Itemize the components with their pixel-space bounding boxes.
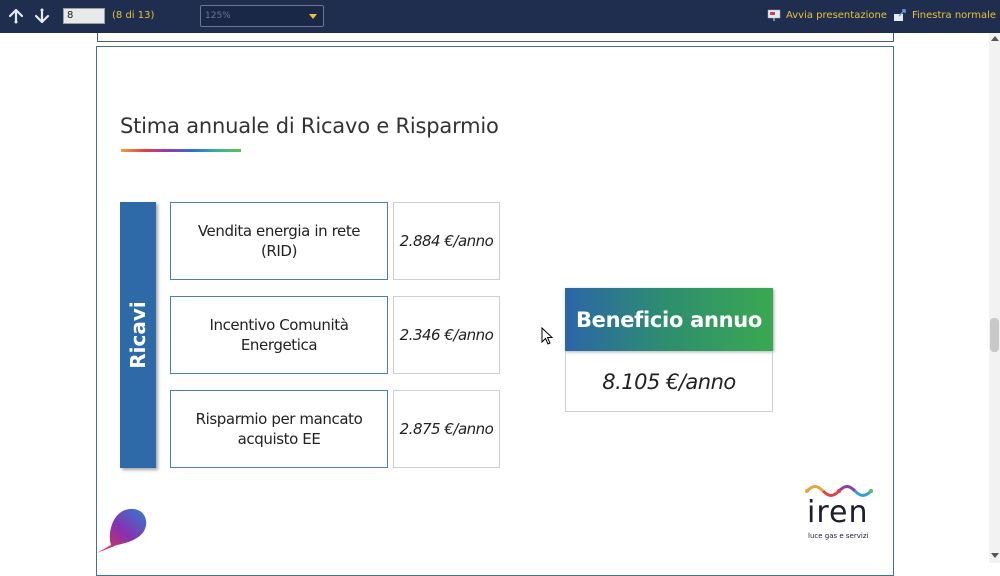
ricavi-side-bar: Ricavi bbox=[120, 202, 156, 468]
item-value-risparmio: 2.875 €/anno bbox=[393, 390, 500, 468]
chevron-down-icon bbox=[309, 14, 317, 19]
benefit-header: Beneficio annuo bbox=[565, 288, 773, 351]
benefit-value: 8.105 €/anno bbox=[565, 351, 773, 412]
item-label-rid: Vendita energia in rete (RID) bbox=[170, 202, 388, 280]
iren-logo: iren luce gas e servizi bbox=[805, 484, 875, 544]
scroll-down-icon[interactable] bbox=[991, 553, 999, 558]
normal-window-icon bbox=[894, 9, 906, 21]
slide-title: Stima annuale di Ricavo e Risparmio bbox=[120, 114, 499, 138]
start-presentation-link[interactable]: Avvia presentazione bbox=[786, 10, 887, 21]
zoom-value: 125% bbox=[205, 11, 231, 21]
presentation-icon bbox=[767, 9, 781, 21]
previous-slide-edge bbox=[97, 33, 894, 42]
iren-logo-text: iren bbox=[807, 495, 869, 530]
previous-page-button[interactable] bbox=[7, 7, 25, 25]
arrow-up-icon bbox=[8, 8, 24, 24]
item-value-rid: 2.884 €/anno bbox=[393, 202, 500, 280]
item-label-incentivo: Incentivo Comunità Energetica bbox=[170, 296, 388, 374]
scroll-up-icon[interactable] bbox=[991, 36, 999, 41]
viewer-toolbar: 8 (8 di 13) 125% Avvia presentazione Fin… bbox=[0, 0, 1000, 33]
slide-page: Stima annuale di Ricavo e Risparmio Rica… bbox=[96, 46, 894, 576]
item-label-risparmio: Risparmio per mancato acquisto EE bbox=[170, 390, 388, 468]
mouse-cursor-icon bbox=[541, 327, 554, 345]
normal-window-link[interactable]: Finestra normale bbox=[912, 10, 996, 21]
item-value-incentivo: 2.346 €/anno bbox=[393, 296, 500, 374]
brand-shape-icon bbox=[97, 508, 147, 553]
iren-tagline: luce gas e servizi bbox=[808, 532, 869, 540]
page-number-input[interactable]: 8 bbox=[63, 8, 105, 24]
zoom-select[interactable]: 125% bbox=[200, 5, 324, 27]
title-underline bbox=[121, 149, 241, 152]
vertical-scrollbar[interactable] bbox=[989, 33, 1000, 563]
scroll-thumb[interactable] bbox=[990, 318, 999, 352]
ricavi-label: Ricavi bbox=[126, 301, 150, 369]
page-count-label: (8 di 13) bbox=[112, 10, 155, 21]
arrow-down-icon bbox=[34, 8, 50, 24]
next-page-button[interactable] bbox=[33, 7, 51, 25]
